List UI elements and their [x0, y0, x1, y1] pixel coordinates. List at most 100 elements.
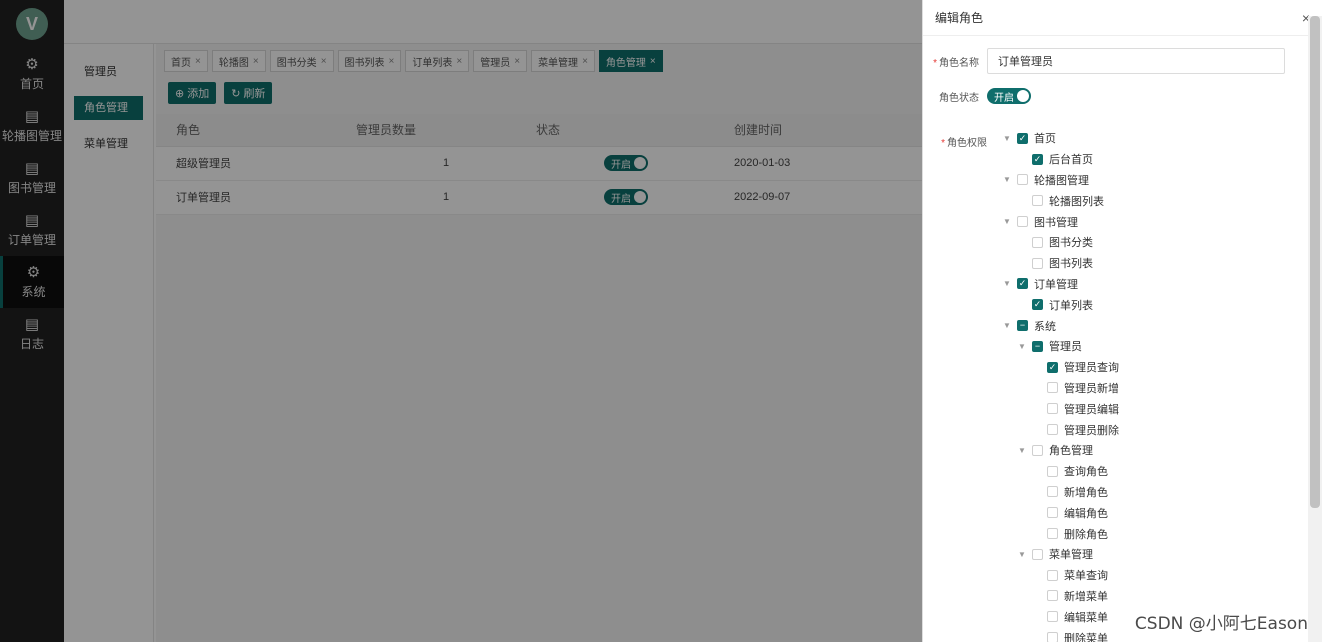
- tree-node-label: 编辑角色: [1064, 507, 1108, 520]
- tree-checkbox[interactable]: [1032, 548, 1043, 560]
- permission-label: * 角色权限: [931, 134, 987, 149]
- tree-node[interactable]: ▼图书分类: [1001, 232, 1301, 253]
- tree-node[interactable]: ▼删除角色: [1001, 523, 1301, 544]
- tree-node[interactable]: ▼管理员新增: [1001, 378, 1301, 399]
- tree-node[interactable]: ▼ − 管理员: [1001, 336, 1301, 357]
- role-status-row: 角色状态 开启: [923, 88, 1322, 104]
- caret-down-icon[interactable]: ▼: [1001, 134, 1013, 143]
- caret-down-icon[interactable]: ▼: [1016, 446, 1028, 455]
- tree-node-label: 新增菜单: [1064, 590, 1108, 603]
- tree-node-label: 查询角色: [1064, 466, 1108, 479]
- tree-node[interactable]: ▼✓管理员查询: [1001, 357, 1301, 378]
- tree-checkbox[interactable]: [1047, 486, 1058, 498]
- caret-down-icon[interactable]: ▼: [1016, 550, 1028, 559]
- role-status-toggle[interactable]: 开启: [987, 88, 1031, 104]
- tree-checkbox[interactable]: [1047, 424, 1058, 436]
- tree-node[interactable]: ▼查询角色: [1001, 461, 1301, 482]
- tree-node[interactable]: ▼轮播图列表: [1001, 190, 1301, 211]
- caret-down-icon[interactable]: ▼: [1001, 321, 1013, 330]
- tree-checkbox[interactable]: [1017, 216, 1028, 228]
- modal-overlay[interactable]: [0, 0, 922, 642]
- tree-checkbox[interactable]: −: [1017, 320, 1028, 332]
- tree-node[interactable]: ▼管理员删除: [1001, 419, 1301, 440]
- drawer-header: 编辑角色 ×: [923, 0, 1322, 36]
- tree-node-label: 菜单管理: [1049, 549, 1093, 562]
- role-name-row: * 角色名称 订单管理员: [923, 48, 1322, 74]
- tree-node-label: 首页: [1034, 133, 1056, 146]
- tree-node-label: 删除角色: [1064, 528, 1108, 541]
- role-name-label-text: 角色名称: [939, 57, 979, 69]
- tree-node[interactable]: ▼新增角色: [1001, 482, 1301, 503]
- tree-node-label: 管理员编辑: [1064, 403, 1119, 416]
- tree-node-label: 轮播图管理: [1034, 174, 1089, 187]
- tree-checkbox[interactable]: [1047, 382, 1058, 394]
- tree-node-label: 图书列表: [1049, 258, 1093, 271]
- role-name-input[interactable]: 订单管理员: [987, 48, 1285, 74]
- tree-checkbox[interactable]: −: [1032, 340, 1043, 352]
- tree-node[interactable]: ▼ 图书管理: [1001, 211, 1301, 232]
- tree-node[interactable]: ▼ 轮播图管理: [1001, 170, 1301, 191]
- tree-node[interactable]: ▼菜单查询: [1001, 565, 1301, 586]
- tree-checkbox[interactable]: [1047, 528, 1058, 540]
- tree-checkbox[interactable]: ✓: [1047, 361, 1058, 373]
- tree-node[interactable]: ▼编辑角色: [1001, 502, 1301, 523]
- tree-checkbox[interactable]: [1047, 569, 1058, 581]
- tree-node[interactable]: ▼✓后台首页: [1001, 149, 1301, 170]
- tree-checkbox[interactable]: [1047, 465, 1058, 477]
- tree-checkbox[interactable]: [1047, 632, 1058, 642]
- caret-down-icon[interactable]: ▼: [1001, 279, 1013, 288]
- tree-node-label: 系统: [1034, 320, 1056, 333]
- tree-node-label: 管理员查询: [1064, 362, 1119, 375]
- tree-node-label: 管理员新增: [1064, 382, 1119, 395]
- caret-down-icon[interactable]: ▼: [1016, 342, 1028, 351]
- tree-checkbox[interactable]: ✓: [1032, 153, 1043, 165]
- tree-node[interactable]: ▼ 菜单管理: [1001, 544, 1301, 565]
- tree-node[interactable]: ▼新增菜单: [1001, 586, 1301, 607]
- tree-checkbox[interactable]: [1032, 257, 1043, 269]
- tree-node[interactable]: ▼管理员编辑: [1001, 398, 1301, 419]
- role-status-label: 角色状态: [939, 92, 979, 104]
- role-status-toggle-text: 开启: [994, 92, 1014, 104]
- tree-node-label: 新增角色: [1064, 486, 1108, 499]
- tree-node-label: 编辑菜单: [1064, 611, 1108, 624]
- tree-node-label: 删除菜单: [1064, 632, 1108, 642]
- tree-node[interactable]: ▼✓订单列表: [1001, 294, 1301, 315]
- tree-checkbox[interactable]: [1032, 444, 1043, 456]
- tree-checkbox[interactable]: [1032, 236, 1043, 248]
- caret-down-icon[interactable]: ▼: [1001, 175, 1013, 184]
- tree-checkbox[interactable]: [1032, 195, 1043, 207]
- watermark: CSDN @小阿七Eason: [1134, 614, 1308, 634]
- tree-checkbox[interactable]: ✓: [1017, 278, 1028, 290]
- tree-node[interactable]: ▼ − 系统: [1001, 315, 1301, 336]
- tree-node-label: 管理员: [1049, 341, 1082, 354]
- tree-node-label: 角色管理: [1049, 445, 1093, 458]
- caret-down-icon[interactable]: ▼: [1001, 217, 1013, 226]
- tree-node-label: 图书管理: [1034, 216, 1078, 229]
- tree-node-label: 管理员删除: [1064, 424, 1119, 437]
- tree-node[interactable]: ▼ 角色管理: [1001, 440, 1301, 461]
- tree-node-label: 轮播图列表: [1049, 195, 1104, 208]
- scrollbar-thumb[interactable]: [1310, 16, 1320, 508]
- tree-checkbox[interactable]: [1047, 611, 1058, 623]
- tree-node-label: 菜单查询: [1064, 570, 1108, 583]
- tree-checkbox[interactable]: [1047, 590, 1058, 602]
- drawer-title: 编辑角色: [935, 11, 984, 25]
- role-name-label: * 角色名称: [923, 54, 987, 69]
- permission-tree: ▼✓首页▼✓后台首页▼轮播图管理▼轮播图列表▼图书管理▼图书分类▼图书列表▼✓订…: [1001, 128, 1301, 642]
- toggle-knob: [1017, 90, 1029, 102]
- tree-checkbox[interactable]: [1047, 403, 1058, 415]
- tree-node[interactable]: ▼图书列表: [1001, 253, 1301, 274]
- tree-checkbox[interactable]: ✓: [1032, 299, 1043, 311]
- tree-node[interactable]: ▼ ✓ 首页: [1001, 128, 1301, 149]
- required-mark: *: [941, 138, 945, 149]
- tree-node-label: 后台首页: [1049, 154, 1093, 167]
- drawer-scrollbar[interactable]: [1308, 16, 1322, 642]
- edit-role-drawer: 编辑角色 × *角色名称 订单管理员 角色状态 开启 *角色权限 ▼✓首页▼✓后…: [922, 0, 1322, 642]
- tree-node-label: 图书分类: [1049, 237, 1093, 250]
- tree-checkbox[interactable]: [1017, 174, 1028, 186]
- tree-checkbox[interactable]: ✓: [1017, 132, 1028, 144]
- tree-checkbox[interactable]: [1047, 507, 1058, 519]
- tree-node[interactable]: ▼ ✓ 订单管理: [1001, 274, 1301, 295]
- tree-node-label: 订单列表: [1049, 299, 1093, 312]
- tree-node-label: 订单管理: [1034, 278, 1078, 291]
